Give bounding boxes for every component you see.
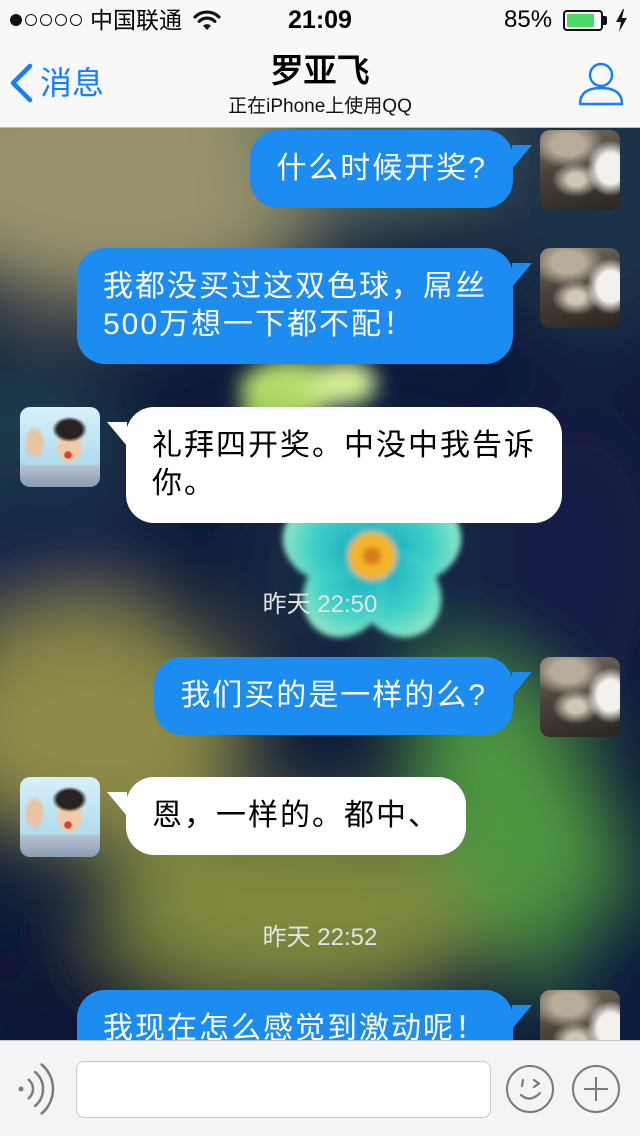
battery-nub (603, 16, 607, 25)
message-bubble-incoming[interactable]: 恩，一样的。都中、 (107, 777, 466, 855)
message-list[interactable]: 什么时候开奖? 我都没买过这双色球，屌丝 500万想一下都不配！ 礼拜四开奖。中… (0, 128, 640, 1040)
qq-chat-screen: 中国联通 21:09 85% 消息 罗亚飞 正在iPhone上使用QQ 什么时候… (0, 0, 640, 1136)
message-row: 我都没买过这双色球，屌丝 500万想一下都不配！ (0, 248, 640, 364)
message-bubble-incoming[interactable]: 礼拜四开奖。中没中我告诉 你。 (107, 407, 562, 523)
status-bar: 中国联通 21:09 85% (0, 0, 640, 40)
message-row: 礼拜四开奖。中没中我告诉 你。 (0, 407, 640, 523)
contact-name: 罗亚飞 (270, 52, 370, 89)
plus-icon (572, 1065, 620, 1113)
my-avatar[interactable] (540, 248, 620, 328)
message-input[interactable] (76, 1061, 491, 1118)
contact-avatar[interactable] (20, 407, 100, 487)
battery-percent: 85% (504, 6, 553, 33)
message-row: 我现在怎么感觉到激动呢！ (0, 990, 640, 1040)
message-text: 恩，一样的。都中、 (152, 799, 440, 832)
emoji-button[interactable] (505, 1064, 555, 1114)
message-row: 什么时候开奖? (0, 130, 640, 210)
message-bubble-outgoing[interactable]: 什么时候开奖? (250, 130, 532, 208)
message-bubble-outgoing[interactable]: 我现在怎么感觉到激动呢！ (77, 990, 532, 1040)
message-row: 我们买的是一样的么? (0, 657, 640, 737)
nav-bar: 消息 罗亚飞 正在iPhone上使用QQ (0, 40, 640, 128)
message-timestamp: 昨天 22:50 (262, 591, 378, 618)
message-text: 我都没买过这双色球，屌丝 (103, 270, 487, 303)
message-text: 什么时候开奖? (276, 152, 487, 185)
smiley-icon (506, 1065, 554, 1113)
battery-fill (567, 14, 595, 27)
profile-button[interactable] (574, 56, 628, 110)
my-avatar[interactable] (540, 657, 620, 737)
charging-icon (616, 9, 627, 32)
input-bar (0, 1040, 640, 1136)
more-button[interactable] (571, 1064, 621, 1114)
voice-icon (18, 1063, 55, 1115)
my-avatar[interactable] (540, 130, 620, 210)
message-text: 我们买的是一样的么? (180, 679, 487, 712)
message-text: 你。 (152, 467, 216, 500)
message-text: 我现在怎么感觉到激动呢！ (103, 1012, 487, 1040)
message-row: 恩，一样的。都中、 (0, 777, 640, 857)
voice-button[interactable] (16, 1059, 58, 1119)
message-text: 500万想一下都不配！ (103, 308, 416, 341)
my-avatar[interactable] (540, 990, 620, 1040)
person-icon (578, 62, 624, 106)
online-status: 正在iPhone上使用QQ (228, 96, 412, 117)
message-timestamp: 昨天 22:52 (262, 924, 378, 951)
message-text: 礼拜四开奖。中没中我告诉 (152, 429, 536, 462)
battery-icon (563, 10, 603, 31)
contact-avatar[interactable] (20, 777, 100, 857)
message-bubble-outgoing[interactable]: 我都没买过这双色球，屌丝 500万想一下都不配！ (77, 248, 532, 364)
message-bubble-outgoing[interactable]: 我们买的是一样的么? (154, 657, 532, 735)
